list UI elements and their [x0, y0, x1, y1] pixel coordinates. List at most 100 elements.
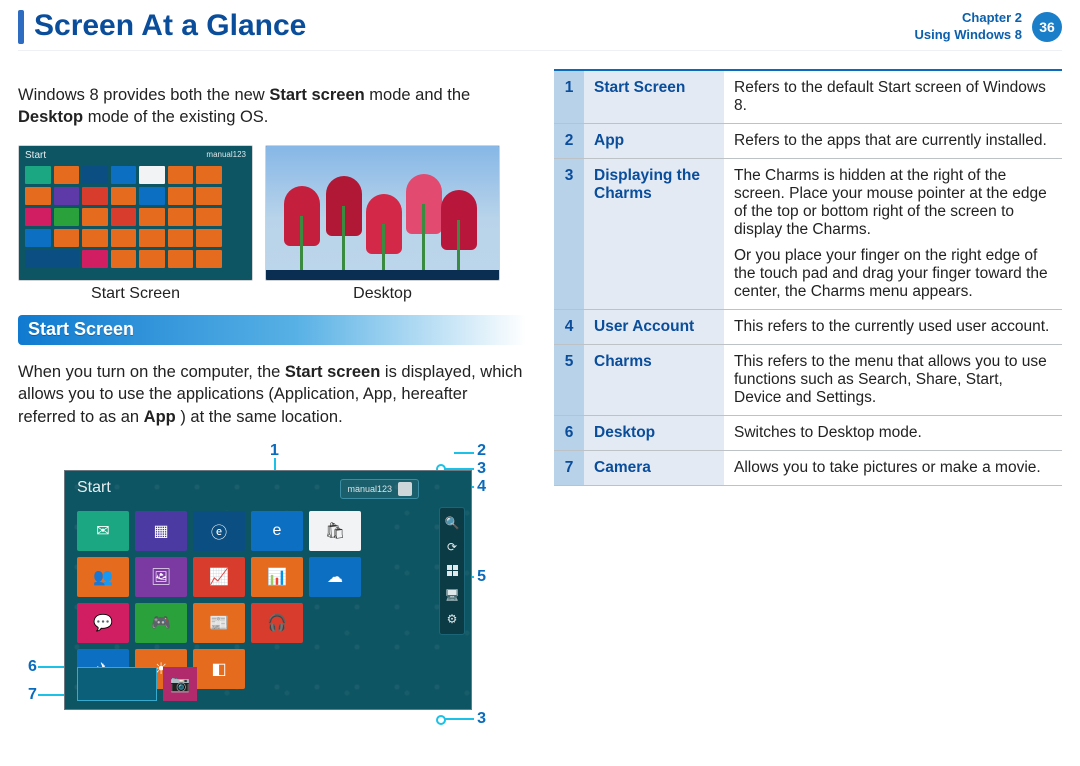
start-last-row: 📷	[77, 667, 197, 701]
table-row: 1Start ScreenRefers to the default Start…	[554, 70, 1062, 124]
intro-text-c: mode of the existing OS.	[88, 108, 269, 126]
mini-desktop-screen	[266, 146, 499, 280]
table-row: 7CameraAllows you to take pictures or ma…	[554, 451, 1062, 486]
table-cell-num: 6	[554, 416, 584, 451]
header-right: Chapter 2 Using Windows 8 36	[915, 10, 1063, 44]
thumbnail-row: Start manual123	[18, 145, 526, 281]
callout-5: 5	[477, 568, 486, 586]
leader-dot-3-bottom	[436, 715, 446, 725]
tile-photos[interactable]: 🖼	[135, 557, 187, 597]
intro-bold-start-screen: Start screen	[269, 86, 364, 104]
mini-taskbar	[266, 270, 499, 280]
p2-text-c: ) at the same location.	[180, 408, 342, 426]
tile-desktop[interactable]	[77, 667, 157, 701]
feature-table: 1Start ScreenRefers to the default Start…	[554, 69, 1062, 486]
table-cell-num: 4	[554, 310, 584, 345]
start-title: Start	[77, 479, 111, 497]
feature-table-body: 1Start ScreenRefers to the default Start…	[554, 70, 1062, 486]
thumbnail-labels: Start Screen Desktop	[18, 285, 526, 303]
chapter-label: Chapter 2 Using Windows 8	[915, 10, 1023, 44]
tile-ie[interactable]: ⓔ	[193, 511, 245, 551]
charms-bar[interactable]: 🔍 ⟳ 🖥 ⚙	[439, 507, 465, 635]
table-cell-desc: Switches to Desktop mode.	[724, 416, 1062, 451]
table-cell-name: Displaying the Charms	[584, 159, 724, 310]
tile-ie2[interactable]: e	[251, 511, 303, 551]
table-cell-num: 3	[554, 159, 584, 310]
tile-extra[interactable]: ◧	[193, 649, 245, 689]
mini-start-tiles	[25, 166, 222, 274]
leader-6	[38, 666, 66, 668]
tile-messaging[interactable]: 💬	[77, 603, 129, 643]
p2-text-a: When you turn on the computer, the	[18, 363, 285, 381]
page-number-badge: 36	[1032, 12, 1062, 42]
table-row: 3Displaying the CharmsThe Charms is hidd…	[554, 159, 1062, 310]
tile-skydrive[interactable]: ☁	[309, 557, 361, 597]
table-cell-name: Start Screen	[584, 70, 724, 124]
tile-games[interactable]: 🎮	[135, 603, 187, 643]
p2-bold-start: Start screen	[285, 363, 380, 381]
page-header: Screen At a Glance Chapter 2 Using Windo…	[18, 10, 1062, 51]
chapter-line-1: Chapter 2	[915, 10, 1023, 27]
callout-7: 7	[28, 686, 37, 704]
start-tiles: ✉ ▦ ⓔ e 🛍 👥 🖼 📈 📊 ☁ 💬 🎮 📰 🎧	[77, 511, 431, 689]
table-row: 2AppRefers to the apps that are currentl…	[554, 124, 1062, 159]
annotated-start-screen: Start manual123 🔍 ⟳ 🖥 ⚙	[64, 470, 472, 710]
thumb-label-desktop: Desktop	[265, 285, 500, 303]
table-cell-num: 5	[554, 345, 584, 416]
tile-calendar[interactable]: ▦	[135, 511, 187, 551]
left-column: Windows 8 provides both the new Start sc…	[18, 67, 526, 722]
intro-paragraph: Windows 8 provides both the new Start sc…	[18, 84, 526, 129]
table-cell-desc: This refers to the currently used user a…	[724, 310, 1062, 345]
tile-camera[interactable]: 📷	[163, 667, 197, 701]
search-icon[interactable]: 🔍	[444, 514, 460, 532]
leader-3-bottom	[444, 718, 474, 720]
table-cell-desc: Allows you to take pictures or make a mo…	[724, 451, 1062, 486]
table-row: 6DesktopSwitches to Desktop mode.	[554, 416, 1062, 451]
start-icon[interactable]	[444, 562, 460, 580]
section-heading-start-screen: Start Screen	[18, 315, 526, 345]
tile-finance2[interactable]: 📊	[251, 557, 303, 597]
mini-start-title: Start	[25, 150, 46, 161]
page-title: Screen At a Glance	[34, 10, 306, 42]
tile-store[interactable]: 🛍	[309, 511, 361, 551]
table-cell-desc: This refers to the menu that allows you …	[724, 345, 1062, 416]
share-icon[interactable]: ⟳	[444, 538, 460, 556]
tile-finance[interactable]: 📈	[193, 557, 245, 597]
mini-start-user: manual123	[206, 150, 246, 159]
settings-icon[interactable]: ⚙	[444, 610, 460, 628]
avatar	[398, 482, 412, 496]
tile-news[interactable]: 📰	[193, 603, 245, 643]
thumb-desktop	[265, 145, 500, 281]
table-cell-name: App	[584, 124, 724, 159]
callout-2: 2	[477, 442, 486, 460]
table-row: 4User AccountThis refers to the currentl…	[554, 310, 1062, 345]
intro-bold-desktop: Desktop	[18, 108, 83, 126]
tile-people[interactable]: 👥	[77, 557, 129, 597]
tile-music[interactable]: 🎧	[251, 603, 303, 643]
user-account-label: manual123	[347, 484, 392, 494]
chapter-line-2: Using Windows 8	[915, 27, 1023, 44]
intro-text-b: mode and the	[369, 86, 470, 104]
callout-4: 4	[477, 478, 486, 496]
thumb-start-screen: Start manual123	[18, 145, 253, 281]
devices-icon[interactable]: 🖥	[444, 586, 460, 604]
table-cell-name: Charms	[584, 345, 724, 416]
callout-3b: 3	[477, 710, 486, 728]
leader-7	[38, 694, 66, 696]
table-cell-desc: The Charms is hidden at the right of the…	[724, 159, 1062, 310]
tile-mail[interactable]: ✉	[77, 511, 129, 551]
p2-bold-app: App	[144, 408, 176, 426]
table-cell-name: User Account	[584, 310, 724, 345]
header-left: Screen At a Glance	[18, 10, 306, 44]
callout-6: 6	[28, 658, 37, 676]
callout-3: 3	[477, 460, 486, 478]
table-cell-name: Desktop	[584, 416, 724, 451]
header-accent-bar	[18, 10, 24, 44]
start-screen-paragraph: When you turn on the computer, the Start…	[18, 361, 526, 428]
table-cell-name: Camera	[584, 451, 724, 486]
table-cell-num: 7	[554, 451, 584, 486]
leader-2	[454, 452, 474, 454]
table-cell-num: 1	[554, 70, 584, 124]
user-account-badge[interactable]: manual123	[340, 479, 419, 499]
mini-start-screen: Start manual123	[19, 146, 252, 280]
